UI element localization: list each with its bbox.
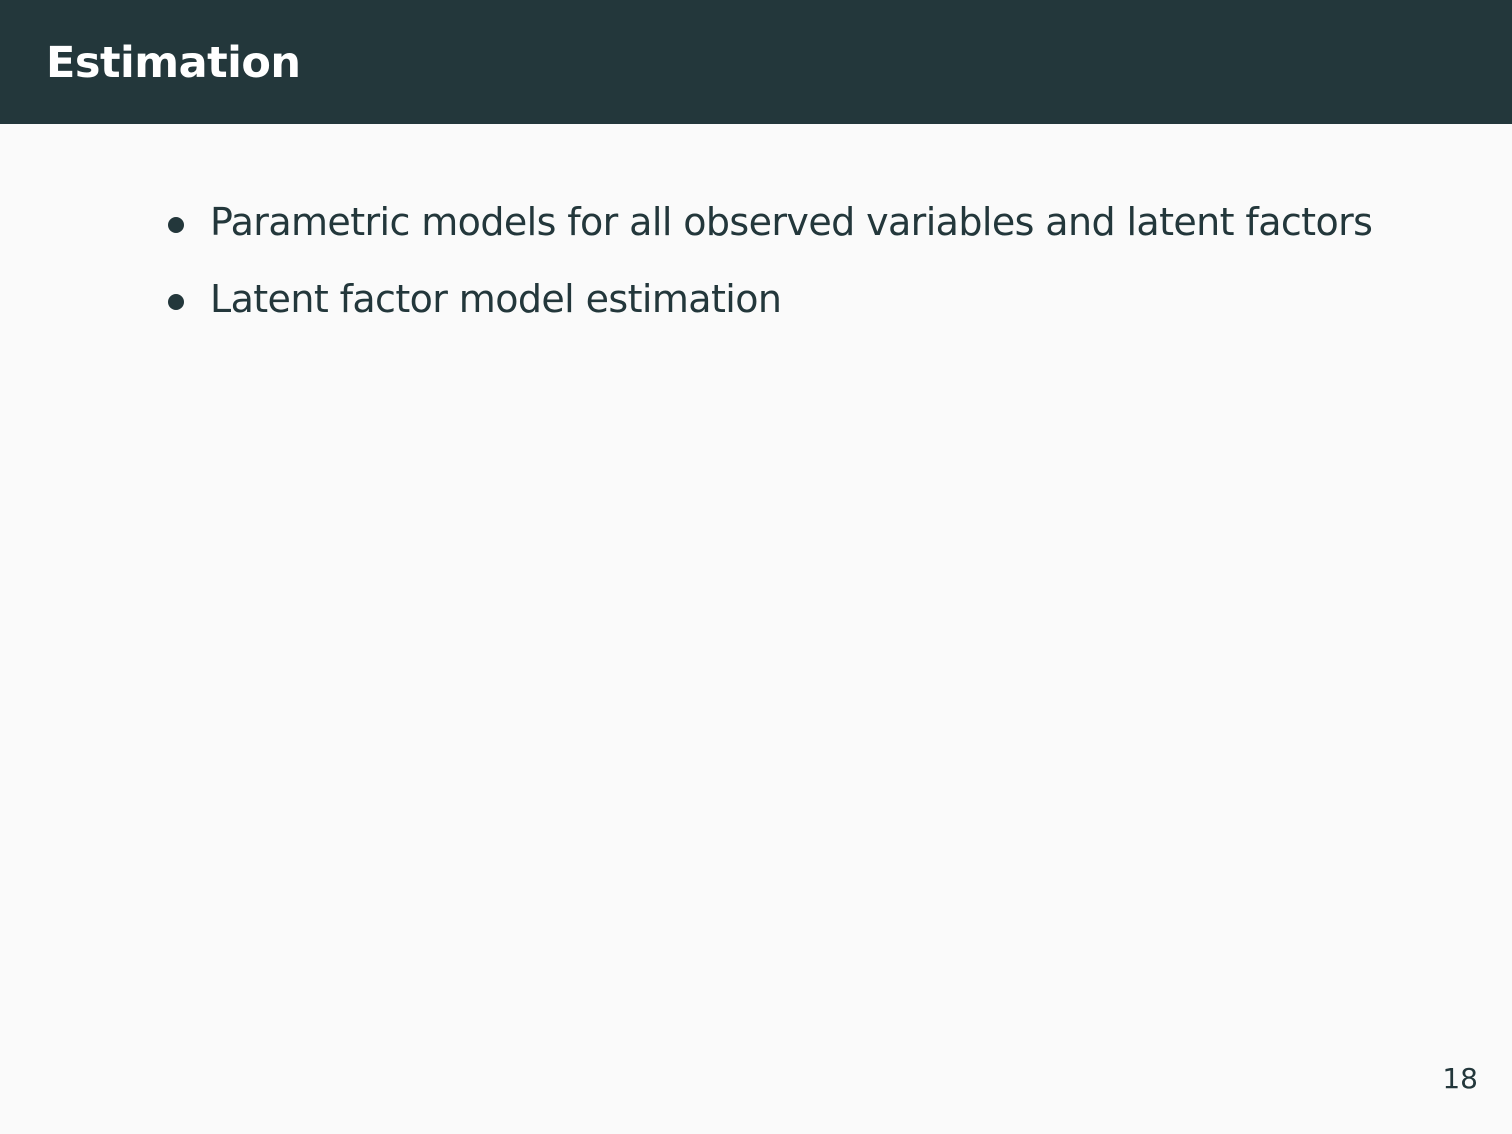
bullet-dot-icon bbox=[168, 294, 184, 310]
bullet-text: Latent factor model estimation bbox=[210, 277, 782, 321]
slide-header: Estimation bbox=[0, 0, 1512, 124]
page-number: 18 bbox=[1442, 1062, 1478, 1095]
bullet-dot-icon bbox=[168, 217, 184, 233]
slide-title: Estimation bbox=[46, 38, 301, 88]
bullet-text: Parametric models for all observed varia… bbox=[210, 200, 1373, 244]
bullet-item: Latent factor model estimation bbox=[0, 271, 1512, 327]
bullet-item: Parametric models for all observed varia… bbox=[0, 194, 1512, 250]
